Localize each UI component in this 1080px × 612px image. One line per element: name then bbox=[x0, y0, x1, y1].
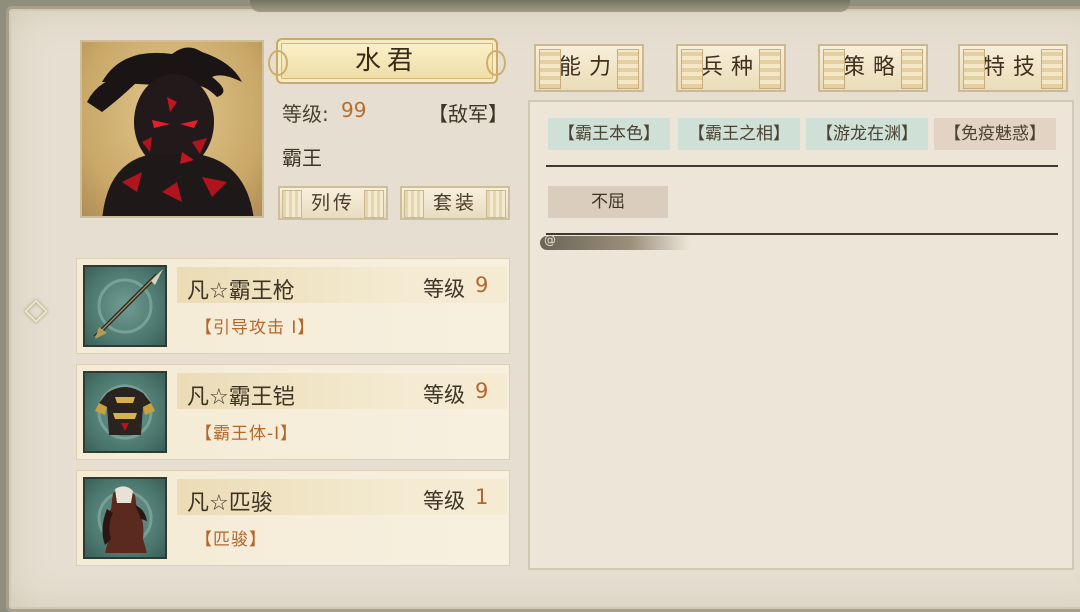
spear-icon bbox=[83, 265, 167, 347]
tab-label: 兵种 bbox=[700, 55, 761, 80]
equipment-name: 凡☆霸王枪 bbox=[187, 279, 295, 304]
equipment-level-label: 等级 bbox=[423, 277, 465, 301]
equipment-name: 凡☆匹骏 bbox=[187, 491, 273, 516]
faction-label: 【敌军】 bbox=[428, 102, 508, 126]
equipment-item-weapon[interactable]: 凡☆霸王枪 等级 9 【引导攻击 Ⅰ】 bbox=[76, 258, 510, 354]
skill-tag[interactable]: 【霸王本色】 bbox=[548, 118, 670, 150]
scroll-cap-icon bbox=[364, 190, 384, 218]
skill-tag[interactable]: 【霸王之相】 bbox=[678, 118, 800, 150]
equipment-item-armor[interactable]: 凡☆霸王铠 等级 9 【霸王体-Ⅰ】 bbox=[76, 364, 510, 460]
scroll-cap-icon bbox=[282, 190, 302, 218]
general-title: 霸王 bbox=[282, 146, 322, 170]
tab-cap-icon bbox=[539, 49, 561, 89]
tab-cap-icon bbox=[823, 49, 845, 89]
equipment-level-value: 9 bbox=[475, 379, 489, 403]
equipment-level-value: 9 bbox=[475, 273, 489, 297]
equipment-skill: 【匹骏】 bbox=[195, 530, 267, 550]
ribbon-ornament bbox=[540, 233, 690, 250]
set-button[interactable]: 套装 bbox=[400, 186, 510, 220]
divider bbox=[546, 233, 1058, 235]
top-ornament bbox=[250, 0, 850, 12]
scroll-cap-icon bbox=[486, 190, 506, 218]
equipment-item-horse[interactable]: 凡☆匹骏 等级 1 【匹骏】 bbox=[76, 470, 510, 566]
equipment-level-label: 等级 bbox=[423, 489, 465, 513]
tab-strategy[interactable]: 策略 bbox=[818, 44, 928, 92]
general-name-plate: 水君 bbox=[268, 38, 506, 84]
skills-panel bbox=[528, 100, 1074, 570]
back-arrow-icon[interactable]: ◇ bbox=[20, 294, 52, 326]
equipment-skill: 【霸王体-Ⅰ】 bbox=[195, 424, 299, 444]
tab-cap-icon bbox=[617, 49, 639, 89]
tab-cap-icon bbox=[1041, 49, 1063, 89]
equipment-skill: 【引导攻击 Ⅰ】 bbox=[195, 318, 316, 338]
tab-label: 能力 bbox=[558, 55, 619, 80]
skill-tag[interactable]: 【免疫魅惑】 bbox=[934, 118, 1056, 150]
level-value: 99 bbox=[341, 98, 367, 122]
tab-cap-icon bbox=[963, 49, 985, 89]
tab-ability[interactable]: 能力 bbox=[534, 44, 644, 92]
general-portrait bbox=[80, 40, 264, 218]
skill-tag[interactable]: 【游龙在渊】 bbox=[806, 118, 928, 150]
scroll-cap-icon bbox=[404, 190, 424, 218]
tab-cap-icon bbox=[759, 49, 781, 89]
tab-label: 策略 bbox=[842, 55, 903, 80]
divider bbox=[546, 165, 1058, 167]
horse-icon bbox=[83, 477, 167, 559]
biography-button[interactable]: 列传 bbox=[278, 186, 388, 220]
tab-cap-icon bbox=[681, 49, 703, 89]
trait-tag[interactable]: 不屈 bbox=[548, 186, 668, 218]
level-label: 等级: bbox=[282, 102, 329, 126]
tab-cap-icon bbox=[901, 49, 923, 89]
biography-button-label: 列传 bbox=[310, 192, 355, 214]
tab-label: 特技 bbox=[982, 55, 1043, 80]
equipment-name: 凡☆霸王铠 bbox=[187, 385, 295, 410]
armor-icon bbox=[83, 371, 167, 453]
tab-special-skill[interactable]: 特技 bbox=[958, 44, 1068, 92]
tab-troop-type[interactable]: 兵种 bbox=[676, 44, 786, 92]
equipment-level-value: 1 bbox=[475, 485, 489, 509]
equipment-level-label: 等级 bbox=[423, 383, 465, 407]
set-button-label: 套装 bbox=[432, 192, 477, 214]
